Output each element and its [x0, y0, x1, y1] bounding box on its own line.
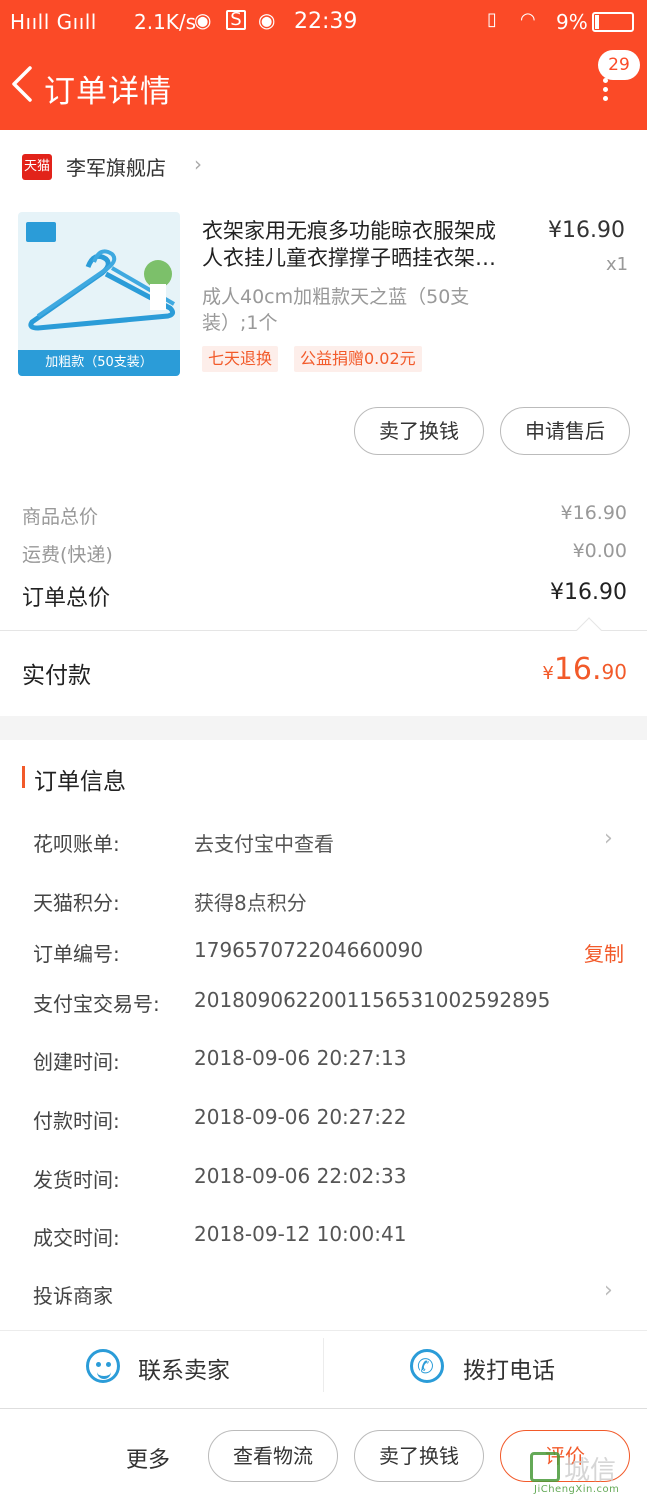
info-label: 订单编号:: [33, 942, 120, 966]
paid-integer: 16.: [553, 652, 602, 687]
contact-seller-label: 联系卖家: [138, 1358, 230, 1384]
sell-button[interactable]: 卖了换钱: [354, 407, 484, 455]
product-price: ¥16.90: [548, 218, 625, 243]
product-quantity: x1: [606, 254, 629, 275]
battery-percent: 9%: [556, 10, 588, 34]
info-label: 付款时间:: [33, 1109, 120, 1133]
store-row[interactable]: 天猫 李军旗舰店 ›: [0, 142, 647, 186]
vibrate-icon: ▯: [487, 9, 497, 30]
order-total-value: ¥16.90: [550, 580, 627, 605]
info-value: 获得8点积分: [194, 891, 307, 915]
qq-icon: ◉: [258, 8, 276, 32]
copy-button[interactable]: 复制: [584, 938, 624, 967]
order-total-label: 订单总价: [22, 586, 111, 611]
info-label: 天猫积分:: [33, 891, 120, 915]
section-gap: [0, 716, 647, 740]
divider: [0, 1408, 647, 1409]
info-label: 支付宝交易号:: [33, 992, 160, 1016]
more-button[interactable]: 更多: [126, 1442, 170, 1474]
page-title: 订单详情: [44, 74, 172, 110]
tmall-logo: 天猫: [22, 154, 52, 180]
paid-label: 实付款: [22, 663, 91, 689]
chevron-right-icon: ›: [194, 152, 202, 176]
notification-icon: S: [226, 10, 246, 30]
paid-decimal: 90: [601, 660, 627, 684]
divider: [0, 1330, 647, 1331]
info-value: 2018-09-06 20:27:22: [194, 1105, 407, 1129]
net-speed: 2.1K/s: [134, 10, 197, 34]
battery-icon: [592, 12, 634, 32]
goods-total-value: ¥16.90: [560, 502, 627, 524]
info-value: 去支付宝中查看: [194, 832, 334, 856]
divider: [323, 1338, 324, 1392]
product-image[interactable]: 加粗款（50支装）: [18, 212, 180, 376]
alipay-trade-number: 2018090622001156531002592895: [194, 988, 551, 1012]
message-badge[interactable]: 29: [598, 50, 640, 80]
info-label: 花呗账单:: [33, 832, 120, 856]
watermark-logo-icon: [530, 1452, 560, 1482]
view-logistics-button[interactable]: 查看物流: [208, 1430, 338, 1482]
product-title-line: 衣架家用无痕多功能晾衣服架成: [202, 219, 496, 243]
product-image-caption: 加粗款（50支装）: [18, 350, 180, 376]
status-bar: Hııll Gııll 2.1K/s ◉ S ◉ 22:39 ▯ ◠ 9%: [0, 0, 647, 44]
info-value: 2018-09-06 20:27:13: [194, 1046, 407, 1070]
store-name: 李军旗舰店: [66, 156, 166, 180]
divider-caret: [576, 617, 602, 643]
phone-icon: [410, 1349, 444, 1383]
paid-currency: ¥: [542, 663, 554, 684]
chat-icon: [86, 1349, 120, 1383]
qq-icon: ◉: [194, 8, 212, 32]
signal-indicator: Hııll Gııll: [10, 10, 97, 34]
clock: 22:39: [294, 9, 358, 34]
product-title-line: 人衣挂儿童衣撑撑子晒挂衣架…: [202, 246, 496, 270]
chevron-left-icon: [12, 66, 32, 102]
info-value: 2018-09-06 22:02:33: [194, 1164, 407, 1188]
product-spec: 成人40cm加粗款天之蓝（50支装）;1个: [202, 286, 470, 334]
shipping-value: ¥0.00: [572, 540, 627, 562]
watermark-text: 城信: [564, 1456, 617, 1486]
charity-tag: 公益捐赠0.02元: [294, 346, 422, 372]
top-bar: Hııll Gııll 2.1K/s ◉ S ◉ 22:39 ▯ ◠ 9% 订单…: [0, 0, 647, 130]
info-label: 发货时间:: [33, 1168, 120, 1192]
more-menu-icon[interactable]: [596, 78, 614, 108]
return-policy-tag: 七天退换: [202, 346, 279, 372]
shipping-label: 运费(快递): [22, 544, 113, 566]
info-label: 创建时间:: [33, 1050, 120, 1074]
complain-label: 投诉商家: [33, 1284, 113, 1308]
watermark: 城信 JiChengXin.com: [530, 1450, 644, 1498]
goods-total-label: 商品总价: [22, 506, 99, 528]
chevron-right-icon: ›: [604, 826, 613, 851]
watermark-url: JiChengXin.com: [534, 1484, 620, 1495]
after-sale-button[interactable]: 申请售后: [500, 407, 630, 455]
chevron-right-icon: ›: [604, 1278, 613, 1303]
sell-button[interactable]: 卖了换钱: [354, 1430, 484, 1482]
product-title[interactable]: 衣架家用无痕多功能晾衣服架成 人衣挂儿童衣撑撑子晒挂衣架…: [202, 218, 532, 272]
section-accent-bar: [22, 766, 25, 788]
order-number: 179657072204660090: [194, 938, 424, 962]
call-label: 拨打电话: [463, 1358, 555, 1384]
divider: [0, 630, 647, 631]
back-button[interactable]: [8, 62, 44, 106]
info-label: 成交时间:: [33, 1226, 120, 1250]
order-info-title: 订单信息: [34, 769, 126, 795]
info-value: 2018-09-12 10:00:41: [194, 1222, 407, 1246]
paid-amount: ¥16.90: [542, 652, 627, 687]
wifi-icon: ◠: [520, 9, 536, 30]
